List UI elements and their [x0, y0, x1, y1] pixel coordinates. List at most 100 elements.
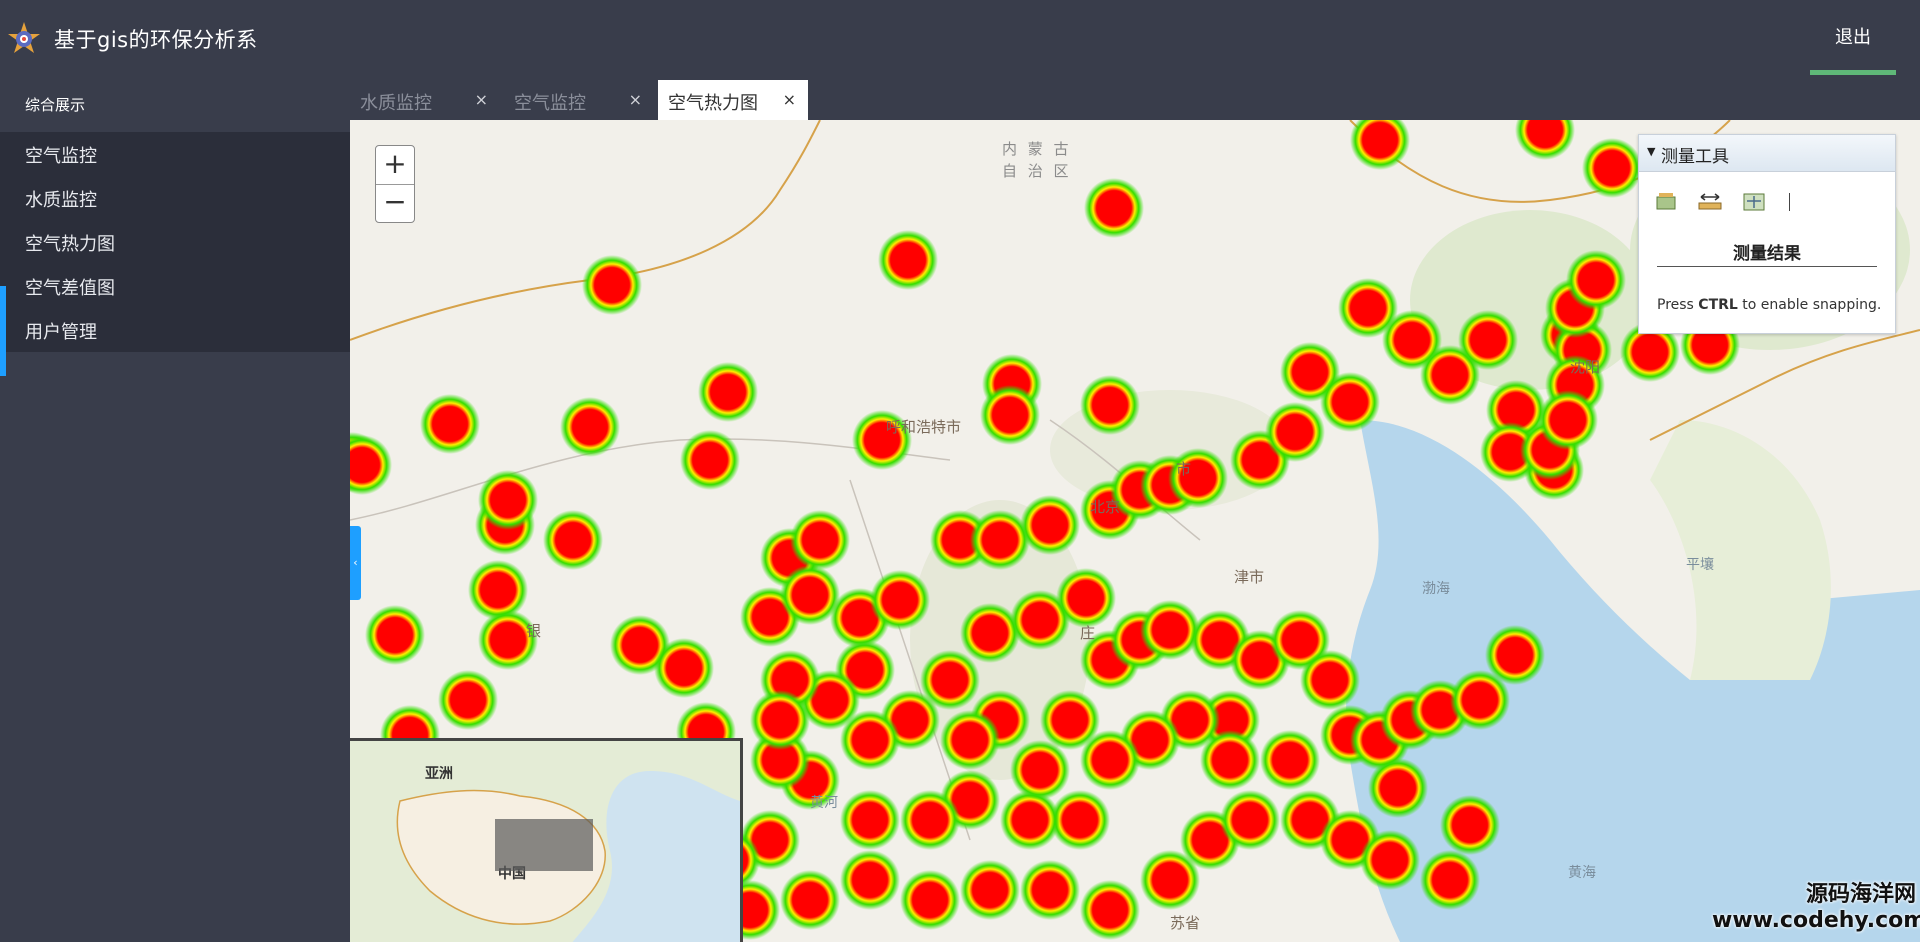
heat-blob — [1000, 790, 1060, 850]
heat-blob — [940, 710, 1000, 770]
heat-blob — [1582, 138, 1642, 198]
map-label-yinchuan: 银 — [526, 622, 542, 640]
map-label-tianjin: 津市 — [1234, 568, 1265, 586]
heat-blob — [900, 870, 960, 930]
distance-measure-icon[interactable] — [1697, 191, 1723, 213]
heat-blob — [1265, 402, 1325, 462]
location-measure-icon[interactable] — [1741, 191, 1767, 213]
heat-blob — [543, 510, 603, 570]
heat-blob — [1485, 625, 1545, 685]
heat-blob — [350, 435, 392, 495]
sidebar: 综合展示 空气监控 水质监控 空气热力图 空气差值图 用户管理 — [0, 76, 350, 942]
heat-blob — [1040, 690, 1100, 750]
heat-blob — [1458, 310, 1518, 370]
heat-blob — [698, 362, 758, 422]
tab-close-icon[interactable]: × — [783, 90, 796, 109]
sidebar-item-water-monitor[interactable]: 水质监控 — [0, 176, 350, 220]
tab-air-heatmap[interactable]: 空气热力图 × — [658, 80, 808, 120]
zoom-out-button[interactable]: − — [376, 184, 414, 222]
map-label-hohhot: 呼和浩特市 — [886, 418, 962, 436]
heat-blob — [1020, 860, 1080, 920]
heat-blob — [1140, 600, 1200, 660]
heat-blob — [750, 690, 810, 750]
hint-suffix: to enable snapping. — [1737, 297, 1882, 313]
heat-blob — [1440, 795, 1500, 855]
logout-button[interactable]: 退出 — [1810, 0, 1896, 76]
map-label-jiangsu: 苏省 — [1170, 914, 1201, 932]
overview-label-asia: 亚洲 — [425, 766, 453, 782]
map-label-yellow-river: 黄河 — [810, 795, 838, 811]
collapse-sidebar-handle[interactable]: ‹ — [350, 526, 361, 600]
heat-blob — [1300, 650, 1360, 710]
heat-blob — [1515, 120, 1575, 160]
overview-extent-box[interactable] — [495, 819, 593, 871]
heat-blob — [478, 470, 538, 530]
heat-blob — [560, 397, 620, 457]
tab-label: 水质监控 — [360, 93, 432, 114]
sidebar-item-user-management[interactable]: 用户管理 — [0, 308, 350, 352]
heat-blob — [365, 605, 425, 665]
toolbar-separator — [1789, 193, 1790, 211]
heat-blob — [1220, 790, 1280, 850]
map-label-beijing: 北京 — [1090, 498, 1121, 516]
map-label-pyongyang: 平壤 — [1686, 557, 1714, 573]
hint-prefix: Press — [1657, 297, 1699, 313]
heat-blob — [920, 650, 980, 710]
watermark-line-2: www.codehy.com — [1712, 908, 1920, 933]
heat-blob — [980, 385, 1040, 445]
sidebar-item-air-heatmap[interactable]: 空气热力图 — [0, 220, 350, 264]
top-header: 基于gis的环保分析系 退出 — [0, 0, 1920, 76]
heat-blob — [1084, 178, 1144, 238]
heat-blob — [878, 230, 938, 290]
logout-active-indicator — [1810, 70, 1896, 75]
tab-close-icon[interactable]: × — [629, 90, 642, 109]
measure-tool-panel: ▼ 测量工具 测量结果 Press CTRL to enable snappin… — [1638, 134, 1896, 334]
measure-panel-header[interactable]: ▼ 测量工具 — [1639, 135, 1895, 172]
measure-panel-title: 测量工具 — [1661, 147, 1729, 167]
sidebar-menu: 空气监控 水质监控 空气热力图 空气差值图 用户管理 — [0, 132, 350, 352]
sidebar-item-label: 空气差值图 — [25, 278, 115, 299]
heat-blob — [1260, 730, 1320, 790]
sidebar-item-label: 用户管理 — [25, 322, 97, 343]
heat-blob — [840, 790, 900, 850]
sidebar-section-overview[interactable]: 综合展示 — [0, 76, 350, 132]
heat-blob — [1420, 850, 1480, 910]
heat-blob — [1020, 495, 1080, 555]
collapse-arrow-icon[interactable]: ▼ — [1647, 145, 1655, 158]
map-view[interactable]: 内 蒙 古 自 治 区 呼和浩特市 北京 津市 沈阳 平壤 渤海 黄海 银 庄 … — [350, 120, 1920, 942]
heat-blob — [1538, 390, 1598, 450]
heat-blob — [870, 570, 930, 630]
heat-blob — [1320, 372, 1380, 432]
map-label-shenyang: 沈阳 — [1570, 358, 1601, 376]
heat-blob — [420, 394, 480, 454]
area-measure-icon[interactable] — [1653, 191, 1679, 213]
heat-blob — [840, 850, 900, 910]
tab-close-icon[interactable]: × — [475, 90, 488, 109]
app-logo-icon — [8, 22, 40, 53]
heat-blob — [438, 670, 498, 730]
tab-label: 空气热力图 — [668, 93, 758, 114]
heat-blob — [790, 510, 850, 570]
sidebar-item-label: 空气热力图 — [25, 234, 115, 255]
heat-blob — [900, 790, 960, 850]
sidebar-item-air-interpolation[interactable]: 空气差值图 — [0, 264, 350, 308]
zoom-in-button[interactable]: + — [376, 146, 414, 185]
map-label-hebei-city: 市 — [1176, 460, 1192, 478]
heat-blob — [1080, 880, 1140, 940]
sidebar-item-label: 空气监控 — [25, 146, 97, 167]
hint-key: CTRL — [1698, 297, 1738, 313]
heat-blob — [960, 860, 1020, 920]
tab-water-monitor[interactable]: 水质监控 × — [350, 80, 500, 120]
sidebar-section-label: 综合展示 — [25, 96, 86, 114]
map-label-inner-mongolia: 内 蒙 古 — [1002, 140, 1072, 158]
sidebar-item-air-monitor[interactable]: 空气监控 — [0, 132, 350, 176]
overview-map[interactable]: 亚洲 中国 — [350, 738, 743, 942]
measure-result-label: 测量结果 — [1657, 239, 1877, 267]
heat-blob — [960, 603, 1020, 663]
tab-bar: 水质监控 × 空气监控 × 空气热力图 × — [350, 76, 1920, 120]
heat-blob — [680, 430, 740, 490]
tab-air-monitor[interactable]: 空气监控 × — [504, 80, 654, 120]
tab-label: 空气监控 — [514, 93, 586, 114]
zoom-control: + − — [375, 145, 415, 223]
heat-blob — [1080, 375, 1140, 435]
